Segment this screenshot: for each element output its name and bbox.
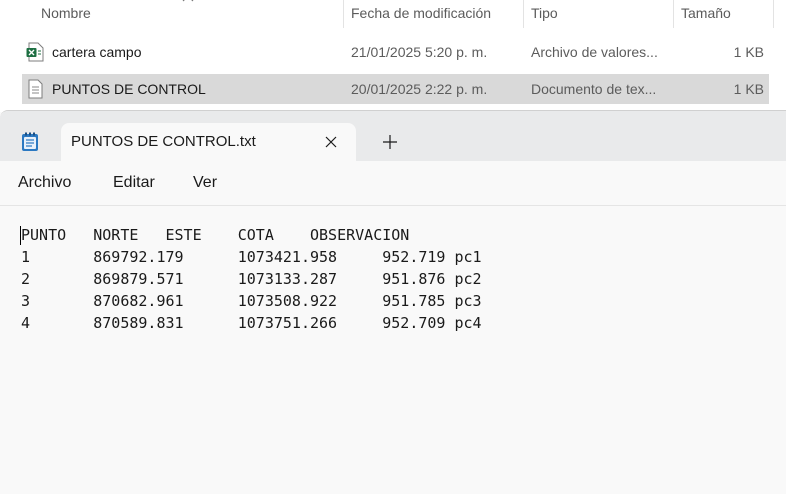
tab-title: PUNTOS DE CONTROL.txt (71, 133, 256, 150)
sort-up-icon (182, 0, 194, 2)
text-document-icon (28, 79, 43, 99)
menu-bar: Archivo Editar Ver (0, 161, 786, 205)
file-name: PUNTOS DE CONTROL (52, 81, 206, 97)
column-header-date[interactable]: Fecha de modificación (351, 0, 491, 28)
file-row[interactable]: cartera campo 21/01/2025 5:20 p. m. Arch… (22, 37, 769, 67)
text-editor[interactable]: PUNTO NORTE ESTE COTA OBSERVACION 1 8697… (0, 205, 786, 494)
column-header-size[interactable]: Tamaño (681, 0, 731, 28)
column-divider[interactable] (673, 0, 674, 28)
new-tab-plus-icon[interactable] (380, 132, 400, 152)
menu-archivo[interactable]: Archivo (18, 161, 71, 205)
menu-ver[interactable]: Ver (193, 161, 217, 205)
tab-strip: PUNTOS DE CONTROL.txt (0, 111, 786, 162)
file-row-selected[interactable]: PUNTOS DE CONTROL 20/01/2025 2:22 p. m. … (22, 74, 769, 104)
column-header-type[interactable]: Tipo (531, 0, 558, 28)
menu-editar[interactable]: Editar (113, 161, 155, 205)
file-size: 1 KB (733, 81, 764, 97)
file-date: 20/01/2025 2:22 p. m. (351, 81, 488, 97)
notepad-window: PUNTOS DE CONTROL.txt Archivo Editar Ver… (0, 110, 786, 494)
file-date: 21/01/2025 5:20 p. m. (351, 44, 488, 60)
column-divider[interactable] (523, 0, 524, 28)
column-divider[interactable] (773, 0, 774, 28)
file-type: Archivo de valores... (531, 44, 658, 60)
file-type: Documento de tex... (531, 81, 657, 97)
editor-content[interactable]: PUNTO NORTE ESTE COTA OBSERVACION 1 8697… (21, 224, 482, 334)
notepad-app-icon (22, 132, 38, 151)
column-header-name[interactable]: Nombre (41, 0, 91, 28)
tab-puntos-de-control[interactable]: PUNTOS DE CONTROL.txt (61, 123, 356, 162)
file-size: 1 KB (733, 44, 764, 60)
file-explorer-window: Nombre Fecha de modificación Tipo Tamaño… (0, 0, 786, 112)
text-cursor (20, 226, 21, 245)
close-icon[interactable] (321, 132, 341, 152)
column-divider[interactable] (343, 0, 344, 28)
excel-csv-icon (26, 42, 44, 62)
file-name: cartera campo (52, 44, 142, 60)
